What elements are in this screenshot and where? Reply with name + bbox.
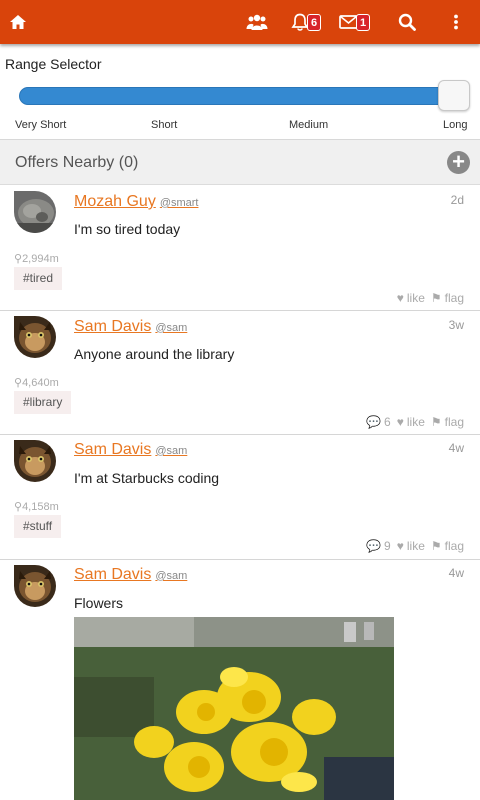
map-pin-icon: ⚲: [14, 501, 23, 513]
comments-button[interactable]: 💬 6: [366, 415, 391, 429]
post-distance: ⚲2,994m: [14, 253, 59, 265]
home-icon[interactable]: [8, 0, 28, 44]
author-name: Sam Davis: [74, 566, 152, 583]
post-message: Flowers: [74, 595, 124, 611]
range-tick-long: Long: [443, 119, 468, 131]
post-time: 2d: [450, 193, 464, 207]
post-item[interactable]: Mozah Guy @smart 2d I'm so tired today ⚲2…: [0, 185, 480, 311]
range-tick-medium: Medium: [289, 119, 329, 131]
range-slider-handle[interactable]: [438, 80, 470, 111]
offers-header: Offers Nearby (0) +: [0, 140, 480, 185]
heart-icon: ♥: [396, 539, 404, 553]
avatar[interactable]: [14, 565, 56, 607]
flag-button[interactable]: ⚑ flag: [431, 415, 464, 429]
flag-icon: ⚑: [430, 539, 442, 553]
group-icon[interactable]: [245, 0, 269, 44]
post-distance: ⚲4,640m: [14, 377, 59, 389]
like-button[interactable]: ♥ like: [397, 415, 425, 429]
comments-icon: 💬: [366, 539, 382, 553]
add-offer-button[interactable]: +: [447, 151, 470, 174]
author-name: Mozah Guy: [74, 193, 156, 210]
top-app-bar: 6 1: [0, 0, 480, 44]
post-tag[interactable]: #tired: [14, 267, 63, 290]
heart-icon: ♥: [396, 291, 404, 305]
post-distance: ⚲4,158m: [14, 501, 59, 513]
heart-icon: ♥: [396, 415, 404, 429]
post-message: I'm at Starbucks coding: [74, 470, 220, 486]
range-tick-very-short: Very Short: [15, 119, 67, 131]
post-tag[interactable]: #stuff: [14, 515, 62, 538]
avatar[interactable]: [14, 191, 56, 233]
post-message: Anyone around the library: [74, 346, 235, 362]
search-icon[interactable]: [396, 0, 418, 44]
post-item[interactable]: Sam Davis @sam 4w I'm at Starbucks coding…: [0, 435, 480, 560]
author-handle: @sam: [155, 322, 188, 334]
post-author-link[interactable]: Sam Davis @sam: [74, 441, 187, 459]
offers-title: Offers Nearby (0): [15, 154, 139, 171]
more-vertical-icon[interactable]: [449, 0, 463, 44]
post-photo[interactable]: [74, 617, 394, 800]
post-message: I'm so tired today: [74, 221, 181, 237]
author-handle: @sam: [155, 570, 188, 582]
post-author-link[interactable]: Sam Davis @sam: [74, 566, 187, 584]
flag-button[interactable]: ⚑ flag: [431, 291, 464, 305]
flag-icon: ⚑: [430, 415, 442, 429]
author-name: Sam Davis: [74, 441, 152, 458]
post-author-link[interactable]: Sam Davis @sam: [74, 318, 187, 336]
avatar[interactable]: [14, 316, 56, 358]
comments-icon: 💬: [366, 415, 382, 429]
flag-button[interactable]: ⚑ flag: [431, 539, 464, 553]
messages-badge: 1: [356, 14, 371, 31]
post-actions: 💬 6 ♥ like ⚑ flag: [366, 415, 464, 429]
post-tag[interactable]: #library: [14, 391, 72, 414]
post-time: 3w: [448, 318, 464, 332]
avatar[interactable]: [14, 440, 56, 482]
post-actions: 💬 9 ♥ like ⚑ flag: [366, 539, 464, 553]
flag-icon: ⚑: [430, 291, 442, 305]
like-button[interactable]: ♥ like: [397, 291, 425, 305]
author-name: Sam Davis: [74, 318, 152, 335]
range-tick-short: Short: [151, 119, 178, 131]
post-time: 4w: [448, 566, 464, 580]
map-pin-icon: ⚲: [14, 377, 23, 389]
author-handle: @smart: [159, 197, 199, 209]
range-slider-track[interactable]: [19, 87, 451, 105]
post-item[interactable]: Sam Davis @sam 3w Anyone around the libra…: [0, 311, 480, 435]
author-handle: @sam: [155, 445, 188, 457]
like-button[interactable]: ♥ like: [397, 539, 425, 553]
comments-button[interactable]: 💬 9: [366, 539, 391, 553]
range-title: Range Selector: [5, 56, 102, 72]
map-pin-icon: ⚲: [14, 253, 23, 265]
notifications-badge: 6: [307, 14, 322, 31]
post-time: 4w: [448, 441, 464, 455]
post-actions: ♥ like ⚑ flag: [397, 291, 464, 305]
range-selector-section: Range Selector Very Short Short Medium L…: [0, 44, 480, 140]
post-author-link[interactable]: Mozah Guy @smart: [74, 193, 198, 211]
